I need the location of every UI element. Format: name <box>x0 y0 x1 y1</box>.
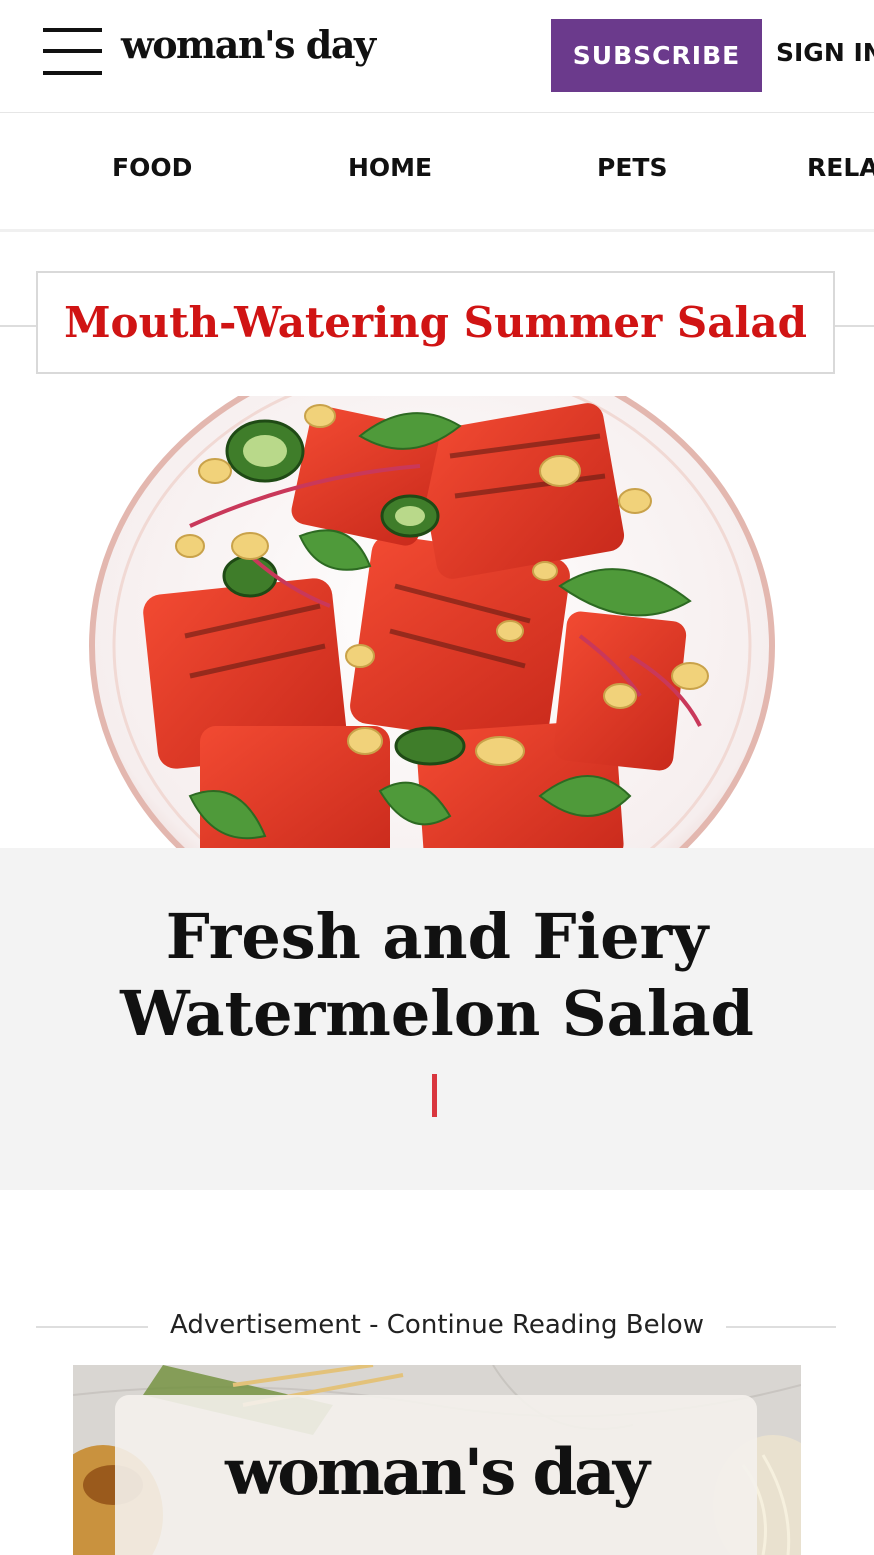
sign-in-link[interactable]: SIGN IN <box>776 38 874 67</box>
title-divider <box>432 1074 437 1117</box>
site-logo[interactable]: woman's day <box>121 22 376 67</box>
site-header: woman's day SUBSCRIBE SIGN IN <box>0 0 874 113</box>
menu-icon-bar <box>43 71 102 75</box>
menu-icon-bar <box>43 28 102 32</box>
article-title: Fresh and Fiery Watermelon Salad <box>60 898 814 1052</box>
article-title-line: Watermelon Salad <box>120 977 754 1050</box>
ad-divider-right <box>726 1326 836 1328</box>
section-label: Mouth-Watering Summer Salad <box>64 298 807 347</box>
subscribe-button[interactable]: SUBSCRIBE <box>551 19 762 92</box>
advertisement-label: Advertisement - Continue Reading Below <box>170 1310 704 1340</box>
nav-item-relationships[interactable]: RELAT <box>807 153 874 182</box>
article-title-card: Fresh and Fiery Watermelon Salad <box>0 848 874 1190</box>
nav-item-home[interactable]: HOME <box>348 153 432 182</box>
section-label-box: Mouth-Watering Summer Salad <box>36 271 835 374</box>
section-divider-right <box>834 325 874 327</box>
nav-item-food[interactable]: FOOD <box>112 153 192 182</box>
hero-image <box>0 396 874 848</box>
ad-banner[interactable]: woman's day <box>73 1365 801 1555</box>
category-nav: FOOD HOME PETS RELAT <box>0 113 874 232</box>
ad-divider-left <box>36 1326 148 1328</box>
watermelon-salad-illustration <box>0 396 874 848</box>
menu-icon-bar <box>43 49 102 53</box>
menu-icon[interactable] <box>43 28 102 78</box>
nav-item-pets[interactable]: PETS <box>597 153 667 182</box>
section-divider-left <box>0 325 38 327</box>
article-title-line: Fresh and Fiery <box>165 900 709 973</box>
ad-logo: woman's day <box>225 1435 650 1510</box>
